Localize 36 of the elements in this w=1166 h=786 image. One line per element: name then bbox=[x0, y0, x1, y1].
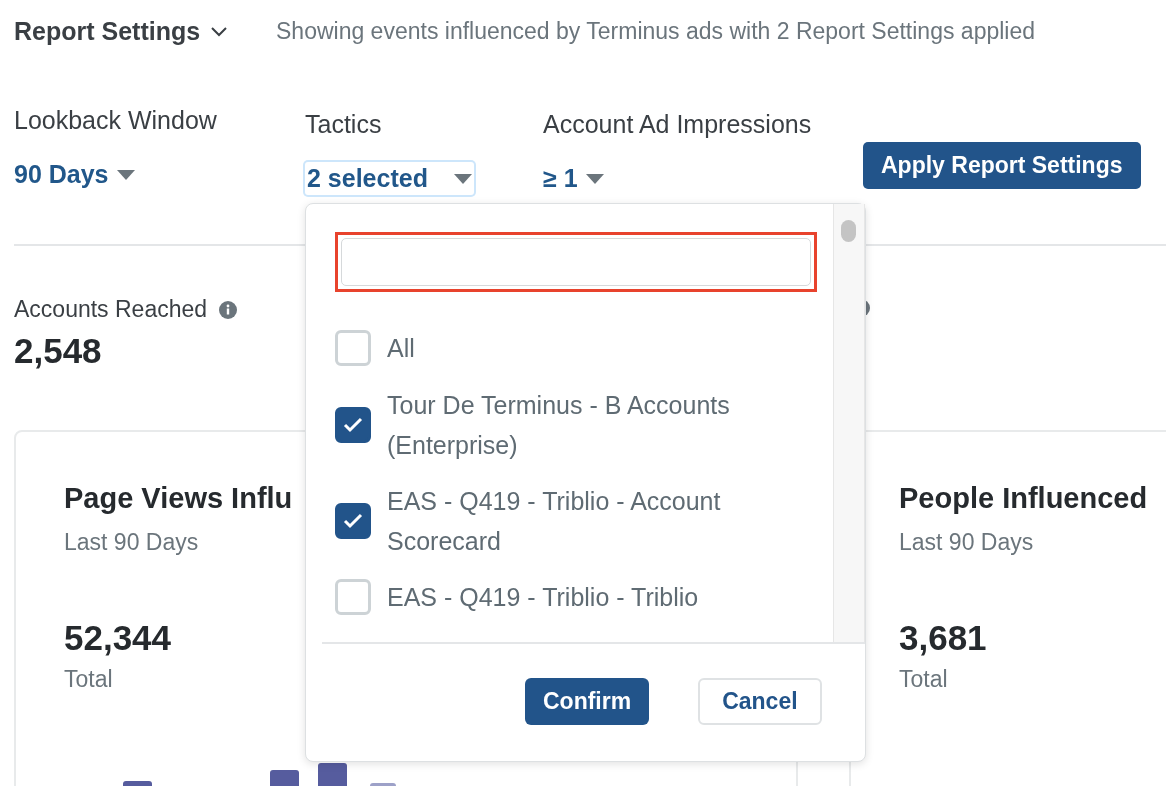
chevron-down-icon[interactable] bbox=[210, 25, 229, 37]
card-subtitle: Last 90 Days bbox=[899, 529, 1034, 556]
confirm-button[interactable]: Confirm bbox=[525, 678, 650, 725]
checkbox[interactable] bbox=[335, 407, 371, 443]
card-caption: Total bbox=[899, 666, 948, 693]
metric-value: 2,548 bbox=[14, 331, 102, 371]
checkmark-icon bbox=[343, 513, 363, 529]
info-icon bbox=[219, 300, 238, 319]
card-subtitle: Last 90 Days bbox=[64, 529, 199, 556]
search-field[interactable] bbox=[341, 238, 811, 286]
setting-dropdown[interactable]: ≥ 1 bbox=[543, 162, 604, 195]
setting-label: Tactics bbox=[305, 110, 383, 140]
caret-icon bbox=[585, 173, 604, 184]
setting-label: Account Ad Impressions bbox=[543, 110, 813, 140]
report-settings-title[interactable]: Report Settings bbox=[14, 16, 201, 46]
setting-label: Lookback Window bbox=[14, 106, 218, 136]
caret-icon bbox=[116, 169, 135, 180]
checkmark-icon bbox=[343, 417, 363, 433]
scrollbar[interactable] bbox=[833, 204, 865, 642]
card-title: Page Views Influ bbox=[64, 482, 293, 515]
setting-dropdown[interactable]: 90 Days bbox=[14, 158, 135, 191]
setting-dropdown[interactable]: 2 selected bbox=[305, 162, 474, 195]
apply-settings-button[interactable]: Apply Report Settings bbox=[863, 142, 1141, 189]
option-label[interactable]: EAS - Q419 - Triblio - Account Scorecard bbox=[387, 481, 787, 561]
option-label[interactable]: EAS - Q419 - Triblio - Triblio bbox=[387, 577, 787, 617]
card-value: 3,681 bbox=[899, 618, 987, 658]
metric-label: Accounts Reached bbox=[14, 296, 208, 323]
settings-summary: Showing events influenced by Terminus ads with 2 Report Settings applied bbox=[276, 17, 1036, 45]
card-caption: Total bbox=[64, 666, 113, 693]
card-title: People Influenced bbox=[899, 482, 1148, 515]
cancel-button[interactable]: Cancel bbox=[698, 678, 822, 725]
checkbox[interactable] bbox=[335, 503, 371, 539]
option-label[interactable]: Tour De Terminus - B Accounts (Enterprise) bbox=[387, 385, 787, 465]
caret-icon bbox=[453, 173, 472, 184]
card-value: 52,344 bbox=[64, 618, 172, 658]
option-label[interactable]: All bbox=[387, 328, 787, 368]
